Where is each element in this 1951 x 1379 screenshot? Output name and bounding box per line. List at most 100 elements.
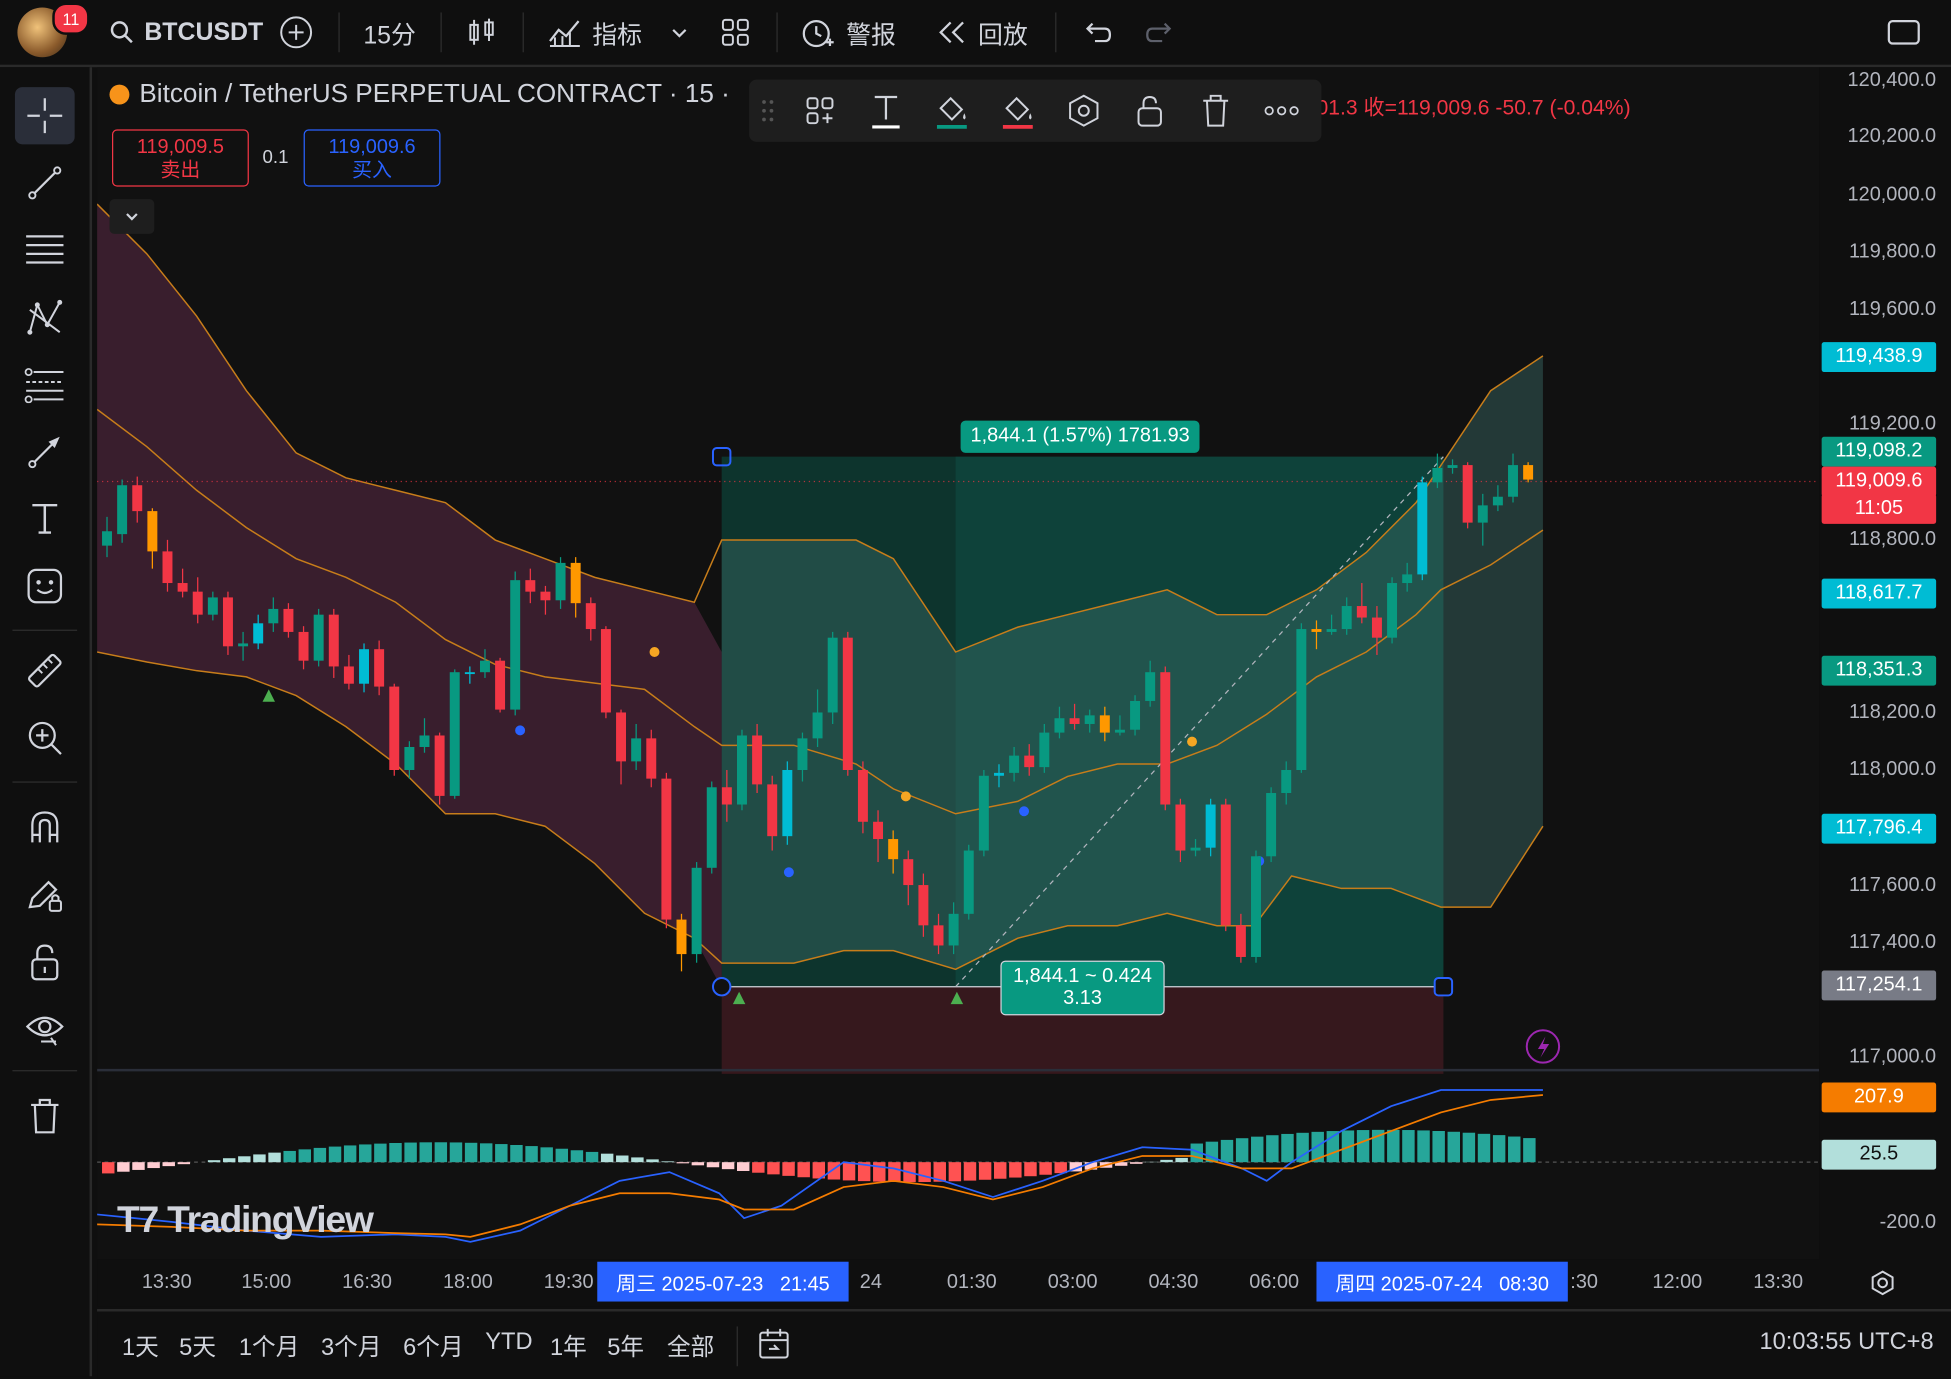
range-1m[interactable]: 1个月 [239, 1329, 299, 1363]
legend-collapse-button[interactable] [109, 199, 154, 234]
candle-body [661, 779, 671, 920]
layout-button[interactable] [719, 10, 751, 55]
hide-drawings-tool[interactable] [15, 1000, 75, 1057]
chart-type-button[interactable] [465, 10, 497, 55]
axis-settings-button[interactable] [1869, 1269, 1896, 1303]
candle-body [132, 485, 142, 511]
price-axis[interactable]: 120,400.0 120,200.0 120,000.0 119,800.0 … [1819, 67, 1951, 1259]
time-label: 15:00 [241, 1272, 291, 1294]
magnet-icon [26, 808, 63, 848]
chart-pane[interactable]: Bitcoin / TetherUS PERPETUAL CONTRACT · … [97, 67, 1819, 1259]
time-axis[interactable]: 13:30 15:00 16:30 18:00 19:30 24 01:30 0… [97, 1259, 1819, 1306]
macd-hist-bar [571, 1150, 583, 1162]
range-1y[interactable]: 1年 [550, 1329, 587, 1363]
macd-hist-bar [404, 1143, 416, 1163]
text-color-button[interactable] [852, 92, 918, 129]
range-5y[interactable]: 5年 [607, 1329, 644, 1363]
text-tool[interactable] [15, 490, 75, 547]
trend-line-tool[interactable] [15, 154, 75, 211]
undo-button[interactable] [1080, 10, 1112, 55]
zoom-in-tool[interactable] [15, 709, 75, 766]
alert-button[interactable]: 警报 [799, 10, 896, 55]
time-label: 13:30 [1753, 1272, 1803, 1294]
magnet-tool[interactable] [15, 799, 75, 856]
range-6m[interactable]: 6个月 [403, 1329, 463, 1363]
delete-button[interactable] [1182, 93, 1248, 128]
interval-button[interactable]: 15分 [363, 10, 416, 55]
macd-hist-tag: 25.5 [1822, 1140, 1936, 1170]
macd-hist-bar [631, 1157, 643, 1162]
candle-body [525, 580, 535, 592]
notification-badge: 11 [52, 2, 89, 34]
macd-hist-bar [435, 1142, 447, 1162]
fullscreen-button[interactable] [1886, 10, 1921, 55]
drawing-floating-toolbar[interactable] [749, 80, 1321, 142]
more-button[interactable] [1248, 106, 1314, 116]
range-1d[interactable]: 1天 [122, 1329, 159, 1363]
redo-button[interactable] [1145, 10, 1177, 55]
macd-hist-bar [767, 1162, 779, 1174]
candle-body [994, 773, 1004, 776]
go-to-date-button[interactable] [757, 1326, 792, 1367]
candle-body [722, 787, 732, 804]
signal-dot [650, 647, 660, 657]
range-ytd[interactable]: YTD [485, 1329, 532, 1356]
measure-tool[interactable] [15, 642, 75, 699]
sell-button[interactable]: 119,009.5 卖出 [112, 129, 249, 186]
horizontal-lines-tool[interactable] [15, 221, 75, 278]
crosshair-tool[interactable] [15, 87, 75, 144]
position-handle-bottom-left[interactable] [713, 978, 730, 995]
candle-body [1402, 574, 1412, 583]
price-chart[interactable] [97, 67, 1819, 1259]
macd-hist-bar [1402, 1130, 1414, 1162]
candle-body [979, 776, 989, 851]
position-handle-bottom-right[interactable] [1435, 978, 1452, 995]
candle-body [314, 615, 324, 661]
drag-handle[interactable] [749, 98, 786, 123]
range-all[interactable]: 全部 [667, 1329, 714, 1363]
macd-hist-bar [495, 1144, 507, 1162]
candle-body [389, 687, 399, 770]
grid-icon [719, 16, 751, 48]
templates-button[interactable] [786, 95, 852, 127]
indicator-templates-dropdown[interactable] [669, 10, 689, 55]
indicators-button[interactable]: 指标 [547, 10, 642, 55]
macd-axis-label: -200.0 [1880, 1212, 1936, 1234]
remove-drawings-tool[interactable] [15, 1088, 75, 1145]
candle-body [797, 738, 807, 770]
lock-drawing-tool[interactable] [15, 866, 75, 923]
lock-all-tool[interactable] [15, 933, 75, 990]
fib-tool[interactable] [15, 356, 75, 413]
macd-hist-bar [540, 1147, 552, 1162]
symbol-legend[interactable]: Bitcoin / TetherUS PERPETUAL CONTRACT · … [109, 80, 729, 110]
divider [776, 12, 777, 52]
candle-body [556, 563, 566, 600]
loss-fill-button[interactable] [984, 92, 1050, 129]
range-3m[interactable]: 3个月 [321, 1329, 381, 1363]
macd-hist-bar [253, 1154, 265, 1162]
range-5d[interactable]: 5天 [179, 1329, 216, 1363]
candle-body [344, 666, 354, 683]
symbol-search-button[interactable]: BTCUSDT [109, 10, 263, 55]
candle-body [1251, 856, 1261, 957]
settings-button[interactable] [1050, 93, 1116, 128]
candle-body [964, 851, 974, 914]
clock-timezone[interactable]: 10:03:55 UTC+8 [1759, 1329, 1933, 1356]
divider [12, 781, 77, 782]
macd-hist-bar [344, 1145, 356, 1162]
compare-symbol-button[interactable] [279, 10, 314, 55]
calendar-icon [757, 1326, 792, 1361]
pattern-tool[interactable] [15, 289, 75, 346]
replay-button[interactable]: 回放 [936, 10, 1028, 55]
time-highlight-start: 周三 2025-07-23 21:45 [597, 1262, 848, 1302]
lock-button[interactable] [1116, 93, 1182, 128]
macd-hist-bar [510, 1145, 522, 1162]
macd-hist-bar [1432, 1131, 1444, 1162]
spread-value: 0.1 [263, 147, 289, 168]
brush-tool[interactable] [15, 423, 75, 480]
buy-button[interactable]: 119,009.6 买入 [304, 129, 441, 186]
sticker-tool[interactable] [15, 557, 75, 614]
profit-fill-button[interactable] [918, 92, 984, 129]
time-highlight-end: 周四 2025-07-24 08:30 [1316, 1262, 1567, 1302]
macd-hist-bar [238, 1156, 250, 1162]
